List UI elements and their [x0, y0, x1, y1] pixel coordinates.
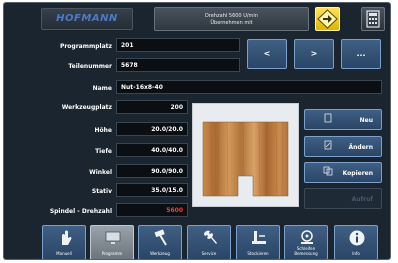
toolbar-info-button[interactable]: Info: [334, 225, 378, 259]
programmplatz-label: Programmplatz: [59, 43, 112, 50]
toolbar-service-button[interactable]: Service: [187, 225, 231, 259]
recall-button[interactable]: Aufruf: [304, 188, 382, 209]
workpiece-preview: [192, 103, 299, 207]
winkel-field[interactable]: 90.0/90.0: [116, 164, 188, 178]
hoehe-label: Höhe: [94, 127, 112, 134]
teilenummer-label: Teilenummer: [68, 63, 112, 70]
status-line-2: Übernehmen mit: [210, 20, 253, 26]
calculator-icon: [366, 10, 380, 28]
toolbar-manuell-label: Manuell: [56, 251, 72, 256]
status-display: Drehzahl 5600 U/min Übernehmen mit: [154, 7, 309, 31]
programmplatz-field[interactable]: 201: [116, 38, 240, 52]
stocking-icon: [252, 231, 266, 244]
toolbar-stockieren-label: Stockieren: [247, 251, 269, 256]
toolbar-programm-button[interactable]: Programm: [90, 225, 134, 259]
tiefe-label: Tiefe: [95, 148, 112, 155]
toolbar-schleifen-button[interactable]: Schleifen Bemessung: [284, 225, 328, 259]
grinding-icon: [301, 230, 313, 244]
toolbar-schleifen-label: Schleifen Bemessung: [294, 246, 318, 256]
wrench-icon: [204, 230, 217, 244]
werkzeugplatz-field[interactable]: 200: [116, 100, 188, 114]
name-field[interactable]: Nut-16x8-40: [116, 80, 382, 94]
arrow-icon: [317, 9, 338, 29]
stativ-label: Stativ: [91, 188, 112, 195]
document-icon: [324, 113, 332, 123]
new-label: Neu: [359, 117, 373, 124]
tiefe-field[interactable]: 40.0/40.0: [116, 143, 188, 157]
status-line-1: Drehzahl 5600 U/min: [205, 13, 258, 19]
copy-button[interactable]: Kopieren: [304, 162, 382, 183]
toolbar-service-label: Service: [201, 251, 217, 256]
recall-label: Aufruf: [351, 196, 373, 203]
edit-label: Ändern: [348, 144, 373, 151]
stativ-field[interactable]: 35.0/15.0: [116, 183, 188, 197]
next-button[interactable]: >: [294, 39, 334, 69]
copy-label: Kopieren: [342, 170, 373, 177]
toolbar-programm-label: Programm: [101, 251, 123, 256]
confirm-button[interactable]: [315, 7, 340, 31]
winkel-label: Winkel: [89, 169, 112, 176]
copy-icon: [323, 166, 333, 176]
brand-logo: HOFMANN: [41, 8, 133, 30]
toolbar-stockieren-button[interactable]: Stockieren: [236, 225, 280, 259]
teilenummer-field[interactable]: 5678: [116, 58, 240, 72]
info-icon: [349, 230, 365, 246]
hammer-icon: [154, 229, 167, 246]
machine-screen: HOFMANN Drehzahl 5600 U/min Übernehmen m…: [3, 2, 391, 260]
edit-icon: [324, 140, 332, 150]
edit-button[interactable]: Ändern: [304, 136, 382, 157]
name-label: Name: [92, 85, 112, 92]
toolbar-werkzeug-label: Werkzeug: [150, 251, 170, 256]
spindel-field[interactable]: 5600: [116, 203, 188, 217]
hoehe-field[interactable]: 20.0/20.0: [116, 122, 188, 136]
werkzeugplatz-label: Werkzeugplatz: [61, 104, 112, 111]
hand-icon: [62, 230, 72, 245]
monitor-icon: [105, 231, 121, 244]
toolbar-manuell-button[interactable]: Manuell: [42, 225, 86, 259]
toolbar-info-label: Info: [352, 251, 360, 256]
calculator-button[interactable]: [361, 7, 385, 31]
spindel-label: Spindel - Drehzahl: [49, 208, 112, 215]
workpiece-image: [202, 121, 289, 197]
previous-button[interactable]: <: [247, 39, 287, 69]
toolbar-werkzeug-button[interactable]: Werkzeug: [138, 225, 182, 259]
more-button[interactable]: ...: [341, 39, 381, 69]
new-button[interactable]: Neu: [304, 109, 382, 130]
